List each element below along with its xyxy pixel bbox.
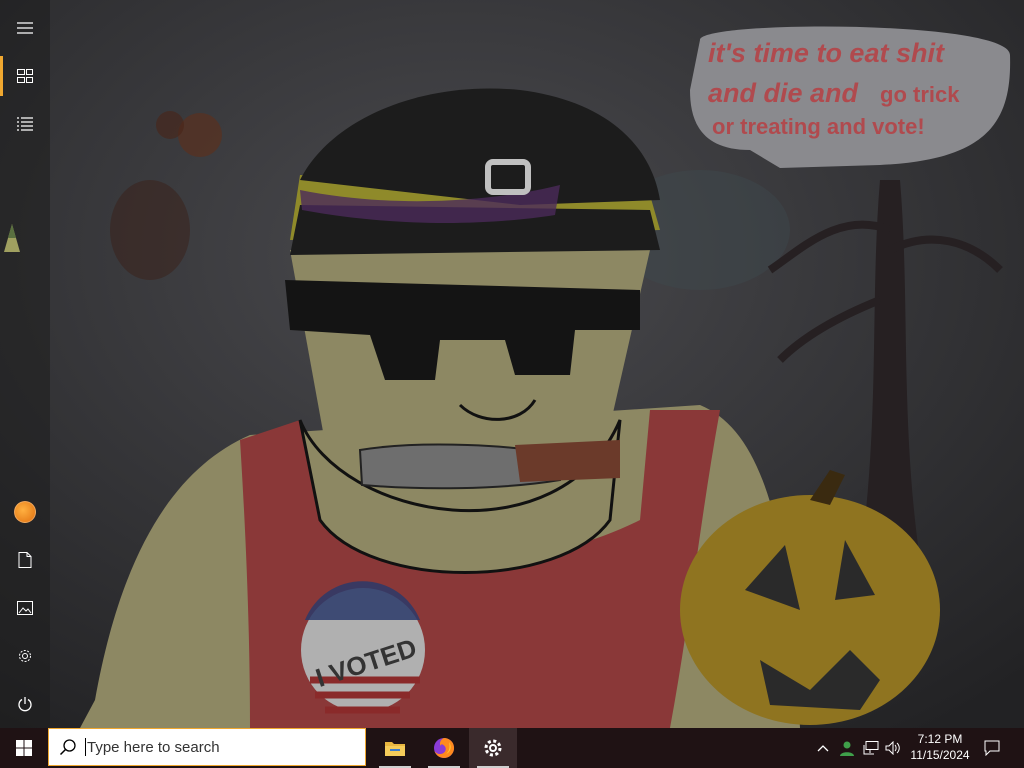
search-icon (59, 739, 76, 756)
documents-button[interactable] (0, 536, 50, 584)
user-account-button[interactable] (0, 488, 50, 536)
chevron-up-icon (817, 745, 829, 752)
start-button[interactable] (0, 728, 48, 768)
speech-bubble-line-1: it's time to eat shit (708, 38, 945, 68)
volume-icon (885, 741, 900, 755)
gear-icon (484, 739, 502, 757)
taskbar-app-settings[interactable] (469, 728, 517, 768)
notification-icon (984, 740, 1000, 756)
power-icon (18, 697, 32, 712)
tray-people-button[interactable] (836, 728, 858, 768)
taskbar-app-file-explorer[interactable] (371, 728, 419, 768)
pictures-button[interactable] (0, 584, 50, 632)
taskbar-search-box[interactable]: Type here to search (48, 728, 366, 766)
desktop-wallpaper: it's time to eat shit and die and go tri… (0, 0, 1024, 728)
tray-volume-button[interactable] (882, 728, 904, 768)
document-icon (18, 552, 32, 568)
gear-icon (19, 650, 31, 662)
network-icon (863, 741, 879, 755)
pumpkin-avatar-icon (14, 501, 36, 523)
picture-icon (17, 601, 33, 615)
taskbar-clock[interactable]: 7:12 PM 11/15/2024 (904, 731, 976, 763)
search-placeholder: Type here to search (87, 738, 220, 756)
firefox-icon (434, 737, 455, 758)
show-hidden-icons-button[interactable] (812, 728, 834, 768)
settings-button[interactable] (0, 632, 50, 680)
hamburger-menu-button[interactable] (0, 4, 50, 52)
people-icon (840, 741, 854, 756)
hamburger-icon (17, 22, 33, 34)
tiles-icon (17, 69, 33, 83)
speech-bubble-line-2a: and die and (708, 78, 859, 108)
text-caret (85, 738, 86, 756)
windows-logo-icon (16, 740, 32, 756)
action-center-button[interactable] (976, 728, 1008, 768)
taskbar-app-firefox[interactable] (420, 728, 468, 768)
speech-bubble-line-3: or treating and vote! (712, 114, 925, 139)
pinned-tiles-button[interactable] (0, 52, 50, 100)
clock-time: 7:12 PM (917, 732, 963, 746)
tray-network-button[interactable] (860, 728, 882, 768)
clock-date: 11/15/2024 (910, 748, 970, 762)
power-button[interactable] (0, 680, 50, 728)
desktop-shortcut-icon[interactable] (2, 222, 24, 254)
all-apps-button[interactable] (0, 100, 50, 148)
speech-bubble-line-2b: go trick (880, 82, 960, 107)
folder-icon (385, 742, 405, 756)
start-menu-rail (0, 0, 50, 728)
list-icon (17, 117, 33, 131)
